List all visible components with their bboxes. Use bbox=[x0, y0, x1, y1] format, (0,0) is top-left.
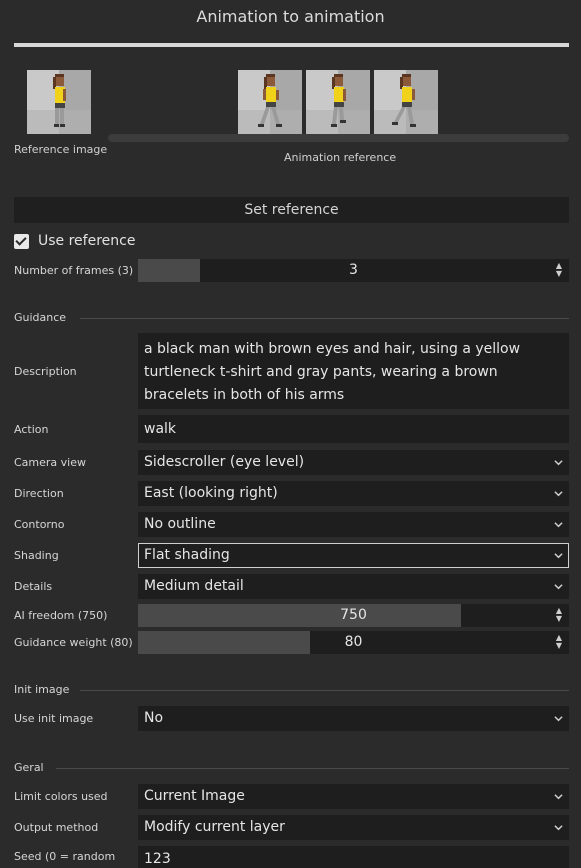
chevron-down-icon bbox=[554, 716, 563, 722]
details-select[interactable]: Medium detail bbox=[138, 574, 569, 599]
chevron-down-icon bbox=[554, 825, 563, 831]
guidance-weight-value: 80 bbox=[344, 634, 363, 650]
shading-label: Shading bbox=[14, 549, 59, 562]
animation-scrollbar[interactable] bbox=[108, 134, 569, 142]
description-field[interactable]: a black man with brown eyes and hair, us… bbox=[138, 333, 569, 409]
frames-value: 3 bbox=[349, 262, 358, 278]
action-field[interactable]: walk bbox=[138, 415, 569, 443]
use-init-image-label: Use init image bbox=[14, 712, 94, 725]
details-value: Medium detail bbox=[144, 578, 244, 594]
chevron-down-icon bbox=[554, 794, 563, 800]
outline-value: No outline bbox=[144, 516, 216, 532]
use-reference-label: Use reference bbox=[38, 233, 136, 249]
number-of-frames-spinner[interactable]: 3 ▲ ▼ bbox=[138, 259, 569, 282]
general-section-title: Geral bbox=[14, 761, 44, 774]
limit-colors-label: Limit colors used bbox=[14, 790, 108, 803]
title-divider bbox=[14, 43, 569, 47]
shading-select[interactable]: Flat shading bbox=[138, 543, 569, 568]
use-reference-row[interactable]: Use reference bbox=[14, 232, 135, 250]
output-method-label: Output method bbox=[14, 821, 99, 834]
guidance-section-title: Guidance bbox=[14, 311, 67, 324]
guidance-divider bbox=[80, 318, 569, 319]
direction-label: Direction bbox=[14, 487, 64, 500]
use-reference-checkbox[interactable] bbox=[14, 233, 29, 249]
limit-colors-select[interactable]: Current Image bbox=[138, 784, 569, 809]
outline-label: Contorno bbox=[14, 518, 65, 531]
animation-frame-2[interactable] bbox=[306, 70, 370, 134]
camera-view-label: Camera view bbox=[14, 456, 86, 469]
chevron-down-icon bbox=[554, 522, 563, 528]
camera-view-value: Sidescroller (eye level) bbox=[144, 454, 305, 470]
use-init-image-value: No bbox=[144, 710, 164, 726]
guidance-weight-label: Guidance weight (80) bbox=[14, 636, 133, 649]
number-of-frames-label: Number of frames (3) bbox=[14, 264, 134, 277]
output-method-select[interactable]: Modify current layer bbox=[138, 815, 569, 840]
reference-image-thumbnail[interactable] bbox=[27, 70, 91, 134]
spin-down-icon[interactable]: ▼ bbox=[554, 642, 564, 650]
chevron-down-icon bbox=[554, 584, 563, 590]
reference-image-label: Reference image bbox=[14, 143, 108, 156]
limit-colors-value: Current Image bbox=[144, 788, 245, 804]
general-divider bbox=[56, 768, 569, 769]
details-label: Details bbox=[14, 580, 53, 593]
animation-frame-1[interactable] bbox=[238, 70, 302, 134]
character-sprite-icon bbox=[331, 74, 346, 127]
character-sprite-icon bbox=[53, 74, 66, 127]
chevron-down-icon bbox=[554, 491, 563, 497]
init-image-divider bbox=[80, 690, 569, 691]
ai-freedom-spinner[interactable]: 750 ▲ ▼ bbox=[138, 604, 569, 627]
shading-value: Flat shading bbox=[144, 547, 230, 563]
camera-view-select[interactable]: Sidescroller (eye level) bbox=[138, 450, 569, 475]
panel-title: Animation to animation bbox=[196, 7, 385, 26]
description-label: Description bbox=[14, 365, 77, 378]
use-init-image-select[interactable]: No bbox=[138, 706, 569, 731]
ai-freedom-label: AI freedom (750) bbox=[14, 609, 108, 622]
animation-frame-3[interactable] bbox=[374, 70, 438, 134]
ai-freedom-value: 750 bbox=[340, 607, 367, 623]
spin-down-icon[interactable]: ▼ bbox=[554, 270, 564, 278]
spin-down-icon[interactable]: ▼ bbox=[554, 615, 564, 623]
guidance-weight-spinner[interactable]: 80 ▲ ▼ bbox=[138, 631, 569, 654]
seed-label: Seed (0 = random bbox=[14, 850, 116, 863]
set-reference-button[interactable]: Set reference bbox=[14, 197, 569, 223]
output-method-value: Modify current layer bbox=[144, 819, 285, 835]
chevron-down-icon bbox=[554, 553, 563, 559]
outline-select[interactable]: No outline bbox=[138, 512, 569, 537]
chevron-down-icon bbox=[554, 460, 563, 466]
seed-field[interactable]: 123 bbox=[138, 846, 569, 868]
init-image-section-title: Init image bbox=[14, 683, 70, 696]
character-sprite-icon bbox=[258, 74, 282, 127]
character-sprite-icon bbox=[392, 74, 416, 127]
direction-value: East (looking right) bbox=[144, 485, 278, 501]
action-label: Action bbox=[14, 423, 49, 436]
animation-reference-label: Animation reference bbox=[284, 151, 397, 164]
direction-select[interactable]: East (looking right) bbox=[138, 481, 569, 506]
